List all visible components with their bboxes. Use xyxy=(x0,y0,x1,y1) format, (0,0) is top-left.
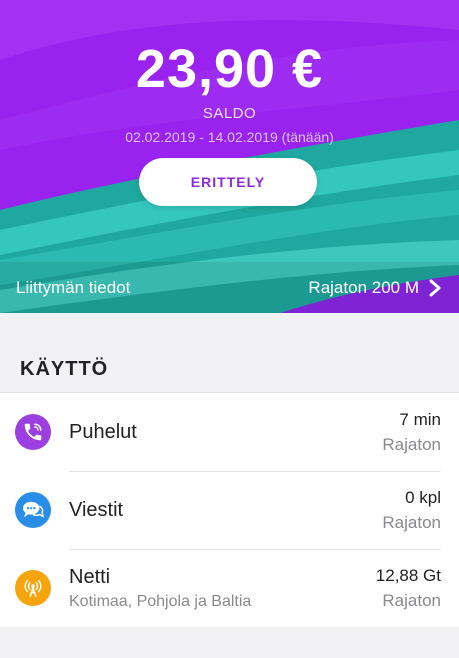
antenna-icon xyxy=(15,570,51,606)
subscription-info-row[interactable]: Liittymän tiedot Rajaton 200 M xyxy=(0,262,459,313)
usage-limit: Rajaton xyxy=(382,434,441,454)
balance-header: 23,90 € SALDO 02.02.2019 - 14.02.2019 (t… xyxy=(0,0,459,313)
balance-amount: 23,90 € xyxy=(135,39,324,99)
balance-label: SALDO xyxy=(202,105,257,122)
subscription-label: Liittymän tiedot xyxy=(16,277,131,297)
usage-row-calls[interactable]: Puhelut 7 min Rajaton xyxy=(0,393,459,471)
usage-value: 7 min xyxy=(399,409,441,429)
usage-row-data[interactable]: Netti Kotimaa, Pohjola ja Baltia 12,88 G… xyxy=(0,549,459,627)
usage-list: Puhelut 7 min Rajaton Viestit 0 kpl Raja… xyxy=(0,393,459,627)
usage-name: Netti xyxy=(69,565,111,588)
chat-icon xyxy=(15,492,51,528)
chevron-right-icon xyxy=(429,279,441,296)
usage-section-title: KÄYTTÖ xyxy=(0,347,459,393)
spacer xyxy=(0,313,459,347)
phone-icon xyxy=(15,414,51,450)
usage-limit: Rajaton xyxy=(382,512,441,532)
bottom-spacer xyxy=(0,627,459,658)
erittely-button[interactable]: ERITTELY xyxy=(139,158,317,206)
usage-value: 12,88 Gt xyxy=(375,565,441,585)
usage-value: 0 kpl xyxy=(405,487,441,507)
usage-limit: Rajaton xyxy=(382,590,441,610)
usage-name: Puhelut xyxy=(69,420,137,443)
usage-name: Viestit xyxy=(69,498,124,521)
usage-row-messages[interactable]: Viestit 0 kpl Rajaton xyxy=(0,471,459,549)
usage-region: Kotimaa, Pohjola ja Baltia xyxy=(69,592,252,610)
billing-period: 02.02.2019 - 14.02.2019 (tänään) xyxy=(125,129,334,145)
subscription-plan: Rajaton 200 M xyxy=(308,277,419,297)
